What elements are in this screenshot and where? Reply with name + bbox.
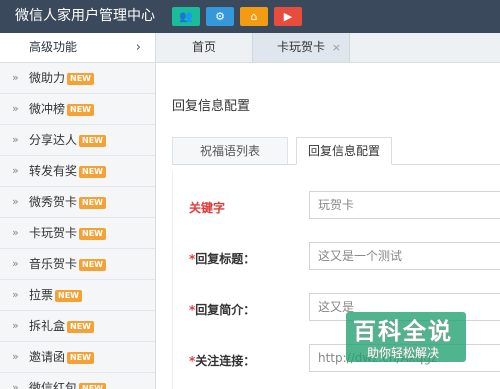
- new-badge: NEW: [67, 72, 94, 85]
- settings-button[interactable]: ⚙: [206, 7, 234, 26]
- new-badge: NEW: [79, 134, 106, 147]
- new-badge: NEW: [67, 320, 94, 333]
- sidebar-item[interactable]: » 拆礼盒 NEW: [0, 311, 155, 342]
- tab-card[interactable]: 卡玩贺卡 ×: [252, 33, 350, 62]
- play-icon: ▶: [283, 10, 293, 23]
- new-badge: NEW: [55, 289, 82, 302]
- tab-bar: 首页 卡玩贺卡 ×: [156, 33, 500, 63]
- home-button[interactable]: ⌂: [240, 7, 268, 26]
- double-chevron-icon: »: [12, 71, 19, 84]
- reply-title-input[interactable]: 这又是一个测试: [309, 242, 500, 270]
- keyword-label: 关键字: [189, 201, 226, 215]
- watermark-subtitle: 助你轻松解决: [366, 346, 439, 360]
- sidebar-item-label: 邀请函: [29, 350, 66, 364]
- new-badge: NEW: [79, 227, 106, 240]
- new-badge: NEW: [79, 165, 106, 178]
- sidebar-item[interactable]: » 分享达人 NEW: [0, 125, 155, 156]
- new-badge: NEW: [79, 258, 106, 271]
- double-chevron-icon: »: [12, 195, 19, 208]
- users-button[interactable]: 👥: [172, 7, 200, 26]
- sidebar-item[interactable]: » 音乐贺卡 NEW: [0, 249, 155, 280]
- sidebar-section-header[interactable]: 高级功能 ›: [0, 33, 155, 63]
- app-title: 微信人家用户管理中心: [15, 8, 155, 24]
- close-icon[interactable]: ×: [332, 33, 341, 62]
- subtab-bar: 祝福语列表 回复信息配置: [172, 137, 500, 165]
- sidebar-section-label: 高级功能: [29, 40, 78, 54]
- sidebar-item[interactable]: » 邀请函 NEW: [0, 342, 155, 373]
- sidebar-item-label: 微助力: [29, 71, 66, 85]
- sidebar-item-label: 微秀贺卡: [29, 195, 78, 209]
- keyword-input[interactable]: 玩贺卡: [309, 191, 500, 219]
- page-title: 回复信息配置: [172, 99, 251, 114]
- double-chevron-icon: »: [12, 319, 19, 332]
- sidebar-item[interactable]: » 转发有奖 NEW: [0, 156, 155, 187]
- sidebar-item[interactable]: » 微助力 NEW: [0, 63, 155, 94]
- new-badge: NEW: [79, 196, 106, 209]
- top-bar: 微信人家用户管理中心 👥 ⚙ ⌂ ▶: [0, 0, 500, 33]
- sidebar-item[interactable]: » 微信红包 NEW: [0, 373, 155, 389]
- gear-icon: ⚙: [215, 10, 225, 23]
- chevron-right-icon: ›: [135, 40, 141, 55]
- sidebar-item[interactable]: » 微秀贺卡 NEW: [0, 187, 155, 218]
- sidebar-item-label: 微信红包: [29, 381, 78, 389]
- sidebar-item-label: 拆礼盒: [29, 319, 66, 333]
- double-chevron-icon: »: [12, 288, 19, 301]
- subtab-reply-label: 回复信息配置: [307, 144, 380, 158]
- double-chevron-icon: »: [12, 164, 19, 177]
- follow-link-label: *关注连接：: [189, 354, 256, 368]
- sidebar-item-label: 微冲榜: [29, 102, 66, 116]
- home-icon: ⌂: [250, 10, 258, 23]
- sidebar-item-label: 卡玩贺卡: [29, 226, 78, 240]
- subtab-greetings-list[interactable]: 祝福语列表: [172, 137, 288, 164]
- new-badge: NEW: [67, 103, 94, 116]
- reply-summary-label: *回复简介：: [189, 303, 256, 317]
- new-badge: NEW: [79, 382, 106, 389]
- watermark: 百科全说 助你轻松解决: [338, 312, 468, 366]
- double-chevron-icon: »: [12, 102, 19, 115]
- sidebar-list: » 微助力 NEW» 微冲榜 NEW» 分享达人 NEW» 转发有奖 NEW» 微秀贺卡 NEW» 卡…: [0, 63, 155, 389]
- sidebar-item-label: 分享达人: [29, 133, 78, 147]
- sidebar-item[interactable]: » 拉票 NEW: [0, 280, 155, 311]
- play-button[interactable]: ▶: [274, 7, 302, 26]
- double-chevron-icon: »: [12, 381, 19, 389]
- reply-title-label: *回复标题：: [189, 252, 256, 266]
- double-chevron-icon: »: [12, 226, 19, 239]
- subtab-reply-config[interactable]: 回复信息配置: [296, 137, 392, 165]
- sidebar-item[interactable]: » 微冲榜 NEW: [0, 94, 155, 125]
- sidebar-item-label: 转发有奖: [29, 164, 78, 178]
- sidebar-item-label: 拉票: [29, 288, 54, 302]
- tab-card-label: 卡玩贺卡: [276, 40, 325, 54]
- tab-home-label: 首页: [191, 40, 216, 54]
- sidebar-item-label: 音乐贺卡: [29, 257, 78, 271]
- sidebar-item[interactable]: » 卡玩贺卡 NEW: [0, 218, 155, 249]
- subtab-greetings-label: 祝福语列表: [199, 144, 260, 158]
- users-icon: 👥: [179, 10, 193, 23]
- sidebar: 高级功能 › » 微助力 NEW» 微冲榜 NEW» 分享达人 NEW» 转发有奖 NEW» 微秀…: [0, 33, 156, 389]
- tab-home[interactable]: 首页: [156, 33, 252, 62]
- new-badge: NEW: [67, 351, 94, 364]
- watermark-title: 百科全说: [353, 319, 453, 345]
- double-chevron-icon: »: [12, 257, 19, 270]
- double-chevron-icon: »: [12, 350, 19, 363]
- double-chevron-icon: »: [12, 133, 19, 146]
